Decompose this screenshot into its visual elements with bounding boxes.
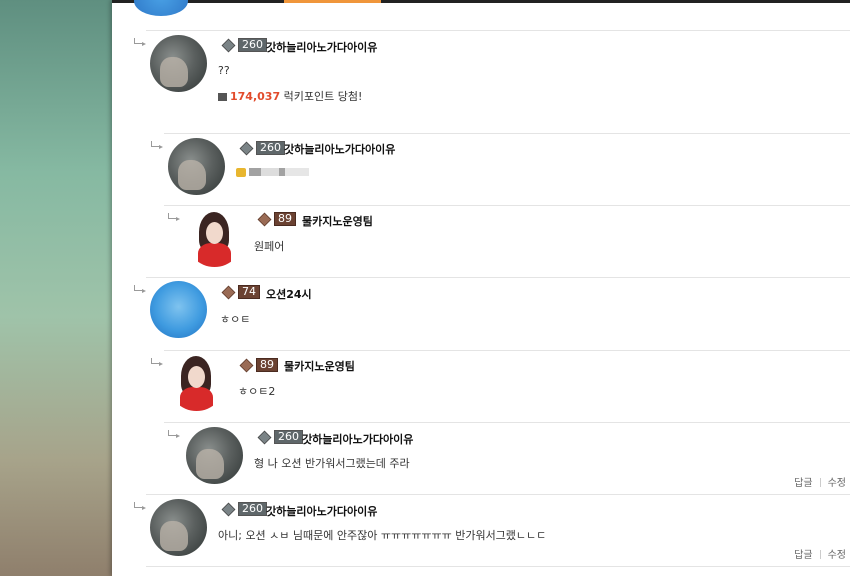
comment-author[interactable]: 갓하늘리아노가다아이유 (302, 431, 413, 447)
lucky-point-line: 174,037 럭키포인트 당첨! (218, 88, 362, 104)
avatar[interactable] (168, 138, 225, 195)
lucky-point-suffix: 럭키포인트 당첨! (280, 90, 363, 103)
comment-divider (164, 422, 850, 423)
level-number: 260 (274, 430, 303, 444)
reply-arrow-icon (168, 430, 180, 438)
level-badge: 260 (221, 502, 267, 516)
comment-text: 형 나 오션 반가워서그랬는데 주라 (254, 457, 410, 470)
blurred-text (249, 168, 309, 176)
comment-author[interactable]: 갓하늘리아노가다아이유 (284, 141, 395, 157)
comment-author[interactable]: 갓하늘리아노가다아이유 (266, 39, 377, 55)
reply-arrow-icon (168, 213, 180, 221)
avatar[interactable] (150, 499, 207, 556)
comment-divider (164, 205, 850, 206)
comment-panel: 260 갓하늘리아노가다아이유 ?? 174,037 럭키포인트 당첨! 260… (112, 0, 850, 576)
comment-actions: 답글 수정 (794, 546, 846, 561)
comment-text: ?? (218, 64, 230, 77)
comment-divider (164, 350, 850, 351)
level-badge: 260 (221, 38, 267, 52)
avatar[interactable] (186, 427, 243, 484)
edit-button[interactable]: 수정 (828, 478, 846, 489)
level-badge-icon (221, 285, 236, 299)
avatar[interactable] (168, 354, 225, 411)
level-badge-icon (221, 502, 236, 516)
level-badge: 89 (239, 358, 278, 372)
comment-text: 원페어 (254, 240, 285, 253)
comment-author[interactable]: 물카지노운영팀 (284, 358, 355, 374)
level-badge-icon (239, 358, 254, 372)
edit-button[interactable]: 수정 (828, 550, 846, 561)
reply-arrow-icon (151, 141, 163, 149)
comment-divider (146, 30, 850, 31)
reply-arrow-icon (134, 285, 146, 293)
reply-arrow-icon (134, 502, 146, 510)
action-separator (819, 550, 821, 559)
level-number: 260 (238, 502, 267, 516)
comment-actions: 답글 수정 (794, 474, 846, 489)
comment-text: 아니; 오션 ㅅㅂ 님때문에 안주잖아 ㅠㅠㅠㅠㅠㅠㅠ 반가워서그랬ㄴㄴㄷ (218, 529, 547, 542)
level-badge: 260 (239, 141, 285, 155)
comment-divider (146, 494, 850, 495)
top-tab-bar (112, 0, 850, 3)
active-tab-indicator (284, 0, 381, 3)
avatar[interactable] (150, 281, 207, 338)
level-badge: 260 (257, 430, 303, 444)
comment-author[interactable]: 갓하늘리아노가다아이유 (266, 503, 377, 519)
level-badge: 89 (257, 212, 296, 226)
level-badge-icon (257, 430, 272, 444)
level-badge-icon (257, 212, 272, 226)
avatar[interactable] (150, 35, 207, 92)
action-separator (819, 478, 821, 487)
comment-author[interactable]: 물카지노운영팀 (302, 213, 373, 229)
level-badge-icon (239, 141, 254, 155)
level-number: 89 (256, 358, 278, 372)
comment-text: ㅎㅇㅌ (220, 313, 251, 326)
avatar (134, 0, 188, 16)
level-number: 260 (238, 38, 267, 52)
reply-arrow-icon (134, 38, 146, 46)
comment-divider (164, 133, 850, 134)
background-wallpaper (0, 0, 112, 576)
comment-divider (146, 277, 850, 278)
avatar[interactable] (186, 210, 243, 267)
gift-icon (218, 93, 227, 101)
comment-author[interactable]: 오션24시 (266, 286, 312, 302)
secret-comment (236, 166, 309, 179)
level-badge: 74 (221, 285, 260, 299)
level-badge-icon (221, 38, 236, 52)
reply-button[interactable]: 답글 (794, 478, 812, 489)
level-number: 74 (238, 285, 260, 299)
reply-arrow-icon (151, 358, 163, 366)
comment-text: ㅎㅇㅌ2 (238, 385, 276, 398)
reply-button[interactable]: 답글 (794, 550, 812, 561)
level-number: 260 (256, 141, 285, 155)
level-number: 89 (274, 212, 296, 226)
lock-icon (236, 168, 246, 177)
comment-divider (146, 566, 850, 567)
lucky-point-amount: 174,037 (230, 90, 281, 103)
